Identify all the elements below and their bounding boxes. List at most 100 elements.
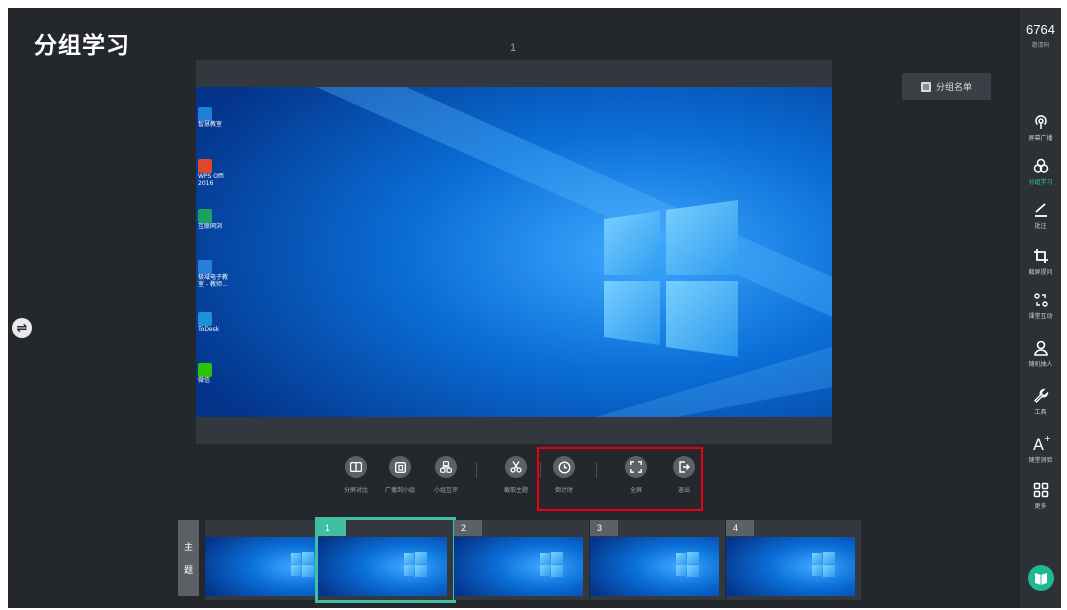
group-list-button[interactable]: 分组名单: [902, 73, 991, 100]
desktop-shortcut-label: 互联网浏: [198, 223, 223, 230]
svg-text:A: A: [1033, 435, 1044, 452]
peer-review-button[interactable]: 小组互评: [426, 456, 466, 494]
fullscreen-label: 全屏: [629, 487, 642, 494]
fullscreen-button[interactable]: 全屏: [616, 456, 656, 494]
shared-desktop-view[interactable]: 智慧教室 WPS Offi 2016 互联网浏极域电子教 室 - 教师... ToDe…: [196, 87, 832, 417]
shared-screen-frame: 智慧教室 WPS Offi 2016 互联网浏极域电子教 室 - 教师... ToDe…: [196, 60, 832, 444]
blue-app-icon: [198, 107, 212, 121]
screenshot-question-button[interactable]: 截屏提问: [1020, 248, 1061, 276]
desktop-shortcut[interactable]: 极域电子教 室 - 教师...: [198, 260, 229, 288]
random-pick-button[interactable]: 随机抽人: [1020, 340, 1061, 368]
split-screen-label: 分屏对比: [343, 487, 368, 494]
desktop-shortcut[interactable]: ToDesk: [198, 312, 220, 333]
group-number-badge: 2: [454, 520, 482, 536]
group-thumbnail[interactable]: 3: [590, 520, 725, 600]
exit-label: 退出: [677, 487, 690, 494]
tools-label: 工具: [1034, 409, 1047, 416]
page-indicator: 1: [510, 42, 517, 54]
group-study-button[interactable]: 分组学习: [1020, 158, 1061, 186]
thumbnail-strip: 主 题 1 2 3 4: [178, 517, 868, 608]
main-topic-label: 主: [183, 543, 193, 553]
desktop-shortcut[interactable]: WPS Offi 2016: [198, 159, 224, 187]
desktop-shortcut[interactable]: 互联网浏: [198, 209, 223, 230]
pen-icon: [1034, 203, 1047, 217]
more-grid-icon: [1033, 482, 1048, 498]
group-number-badge: 4: [726, 520, 754, 536]
group-study-icon: [1033, 158, 1048, 173]
screen-broadcast-label: 屏幕广播: [1028, 135, 1053, 142]
group-toolbar: 分屏对比 广播到小组 小组互评 截取主题 倒计时 全屏 退出: [336, 456, 696, 516]
swap-arrows-icon: ⇌: [16, 320, 28, 335]
split-screen-icon: [345, 456, 367, 478]
screen-broadcast-button[interactable]: 屏幕广播: [1020, 114, 1061, 142]
main-topic-tab[interactable]: 主 题: [178, 520, 199, 596]
desktop-shortcut[interactable]: 微信: [198, 363, 216, 384]
group-thumbnail[interactable]: 2: [454, 520, 589, 600]
invite-code: 6764: [1026, 22, 1055, 37]
group-number-badge: 1: [318, 520, 346, 536]
person-icon: [1033, 340, 1048, 356]
page-title: 分组学习: [34, 33, 130, 59]
svg-text:+: +: [1044, 434, 1050, 443]
group-study-label: 分组学习: [1028, 179, 1053, 186]
split-screen-button[interactable]: 分屏对比: [336, 456, 376, 494]
right-sidebar: 6764 邀请码 屏幕广播 分组学习 批注 截屏提问 课堂互动 随机抽人 工具: [1020, 8, 1061, 608]
browser-icon: [198, 209, 212, 223]
more-label: 更多: [1034, 503, 1047, 510]
toolbar-divider: [596, 462, 597, 478]
quiz-icon: A +: [1033, 434, 1050, 452]
group-screen-preview: [590, 537, 719, 596]
broadcast-group-icon: [389, 456, 411, 478]
main-topic-label: 题: [183, 566, 193, 576]
collapse-toggle-button[interactable]: ⇌: [12, 318, 32, 338]
broadcast-group-label: 广播到小组: [384, 487, 415, 494]
desktop-shortcut[interactable]: 智慧教室: [198, 107, 223, 128]
quiz-label: 随堂测验: [1028, 457, 1053, 464]
book-icon: [1035, 573, 1047, 585]
group-screen-preview: [318, 537, 447, 596]
group-number-badge: [205, 520, 233, 536]
clock-icon: [553, 456, 575, 478]
group-thumbnail[interactable]: 1: [315, 517, 456, 603]
desktop-shortcut-label: 智慧教室: [198, 121, 223, 128]
list-icon: [920, 81, 931, 92]
group-thumbnail[interactable]: 4: [726, 520, 861, 600]
desktop-shortcut-label: WPS Offi 2016: [198, 173, 224, 187]
random-pick-label: 随机抽人: [1028, 361, 1053, 368]
countdown-button[interactable]: 倒计时: [544, 456, 584, 494]
toolbar-divider: [476, 462, 477, 478]
peer-review-icon: [435, 456, 457, 478]
desktop-shortcut-label: 微信: [198, 377, 211, 384]
capture-topic-label: 截取主题: [503, 487, 528, 494]
annotate-button[interactable]: 批注: [1020, 202, 1061, 230]
scissors-icon: [505, 456, 527, 478]
screenshot-question-label: 截屏提问: [1028, 269, 1053, 276]
group-screen-preview: [454, 537, 583, 596]
wechat-icon: [198, 363, 212, 377]
exit-icon: [673, 456, 695, 478]
group-screen-preview: [205, 537, 334, 596]
windows-wallpaper: [196, 87, 832, 417]
class-interaction-label: 课堂互动: [1028, 313, 1053, 320]
desktop-shortcut-label: 极域电子教 室 - 教师...: [198, 274, 229, 288]
book-button[interactable]: [1028, 565, 1054, 591]
tools-button[interactable]: 工具: [1020, 388, 1061, 416]
broadcast-icon: [1034, 115, 1047, 129]
toolbar-divider: [540, 462, 541, 478]
capture-topic-button[interactable]: 截取主题: [496, 456, 536, 494]
fullscreen-icon: [625, 456, 647, 478]
broadcast-group-button[interactable]: 广播到小组: [380, 456, 420, 494]
exit-button[interactable]: 退出: [664, 456, 704, 494]
annotate-label: 批注: [1034, 223, 1047, 230]
quiz-button[interactable]: A + 随堂测验: [1020, 434, 1061, 464]
app-window: 分组学习 1 分组名单 ⇌ 智慧教室 WPS Offi 2016 互联网浏极域电子教…: [8, 8, 1061, 608]
desktop-shortcut-label: ToDesk: [198, 326, 220, 333]
todesk-icon: [198, 312, 212, 326]
class-interaction-button[interactable]: 课堂互动: [1020, 292, 1061, 320]
wrench-icon: [1033, 388, 1048, 403]
ppt-icon: [198, 159, 212, 173]
invite-code-label: 邀请码: [1031, 42, 1050, 49]
more-button[interactable]: 更多: [1020, 482, 1061, 510]
group-screen-preview: [726, 537, 855, 596]
interaction-icon: [1033, 293, 1048, 307]
